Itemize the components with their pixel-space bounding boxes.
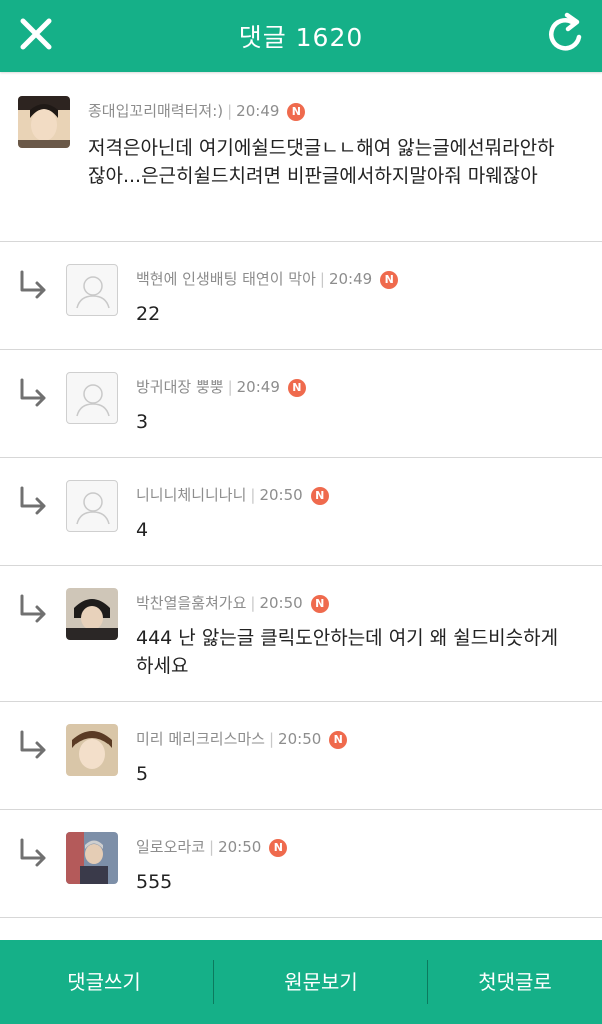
- reply-arrow-icon: [20, 838, 46, 867]
- reply-row[interactable]: 일로오라코 | 20:50 N 555: [0, 810, 602, 918]
- top-bar: 댓글 1620: [0, 0, 602, 72]
- comment-text: 555: [136, 871, 173, 893]
- new-badge: N: [287, 102, 306, 121]
- nickname[interactable]: 방귀대장 뿡뿡: [136, 378, 224, 396]
- avatar[interactable]: [66, 832, 118, 884]
- reply-arrow-icon: [20, 594, 46, 623]
- reply-arrow-icon: [20, 730, 46, 759]
- comment-text: 3: [136, 411, 149, 433]
- bottom-action-bar: 댓글쓰기 원문보기 첫댓글로: [0, 940, 602, 1024]
- reply-arrow-icon: [20, 270, 46, 299]
- reply-row[interactable]: 백현에 인생배팅 태연이 막아 | 20:49 N 22: [0, 242, 602, 350]
- nickname[interactable]: 종대입꼬리매력터져:): [88, 102, 223, 120]
- refresh-button[interactable]: [544, 12, 588, 56]
- nickname[interactable]: 박찬열을훔쳐가요: [136, 594, 246, 612]
- comment-text: 5: [136, 763, 149, 785]
- new-badge: N: [269, 838, 288, 857]
- default-avatar-icon: [76, 384, 110, 417]
- refresh-icon: [549, 12, 582, 51]
- divider: [213, 960, 214, 1004]
- comment-text: 22: [136, 303, 161, 325]
- comment-meta: 미리 메리크리스마스 | 20:50 N: [136, 728, 348, 749]
- nickname[interactable]: 일로오라코: [136, 838, 205, 856]
- view-original-button[interactable]: 원문보기: [221, 940, 421, 1024]
- comment-text: 4: [136, 519, 149, 541]
- timestamp: 20:50: [259, 594, 303, 612]
- default-avatar-icon: [76, 276, 110, 309]
- timestamp: 20:49: [236, 102, 280, 120]
- avatar[interactable]: [18, 96, 70, 148]
- comment-meta: 니니니체니니나니 | 20:50 N: [136, 484, 329, 505]
- reply-arrow-icon: [20, 378, 46, 407]
- comment-list[interactable]: 종대입꼬리매력터져:) | 20:49 N 저격은아닌데 여기에쉴드댓글ㄴㄴ해여 앓는…: [0, 72, 602, 940]
- comment-meta: 방귀대장 뿡뿡 | 20:49 N: [136, 376, 306, 397]
- write-comment-button[interactable]: 댓글쓰기: [4, 940, 204, 1024]
- avatar[interactable]: [66, 588, 118, 640]
- avatar[interactable]: [66, 480, 118, 532]
- comment-row[interactable]: 종대입꼬리매력터져:) | 20:49 N 저격은아닌데 여기에쉴드댓글ㄴㄴ해여 앓는…: [0, 72, 602, 242]
- avatar[interactable]: [66, 724, 118, 776]
- reply-row[interactable]: [0, 918, 602, 940]
- comment-text: 저격은아닌데 여기에쉴드댓글ㄴㄴ해여 앓는글에선뭐라안하잖아...은근히쉴드치려…: [88, 137, 555, 187]
- avatar[interactable]: [66, 264, 118, 316]
- reply-row[interactable]: 미리 메리크리스마스 | 20:50 N 5: [0, 702, 602, 810]
- new-badge: N: [329, 730, 348, 749]
- nickname[interactable]: 니니니체니니나니: [136, 486, 246, 504]
- page-title: 댓글 1620: [238, 23, 364, 52]
- avatar[interactable]: [66, 372, 118, 424]
- comment-meta: 백현에 인생배팅 태연이 막아 | 20:49 N: [136, 268, 399, 289]
- new-badge: N: [310, 594, 329, 613]
- new-badge: N: [310, 486, 329, 505]
- reply-row[interactable]: 방귀대장 뿡뿡 | 20:49 N 3: [0, 350, 602, 458]
- new-badge: N: [380, 270, 399, 289]
- comment-meta: 종대입꼬리매력터져:) | 20:49 N: [88, 100, 306, 121]
- reply-arrow-icon: [20, 486, 46, 515]
- nickname[interactable]: 백현에 인생배팅 태연이 막아: [136, 270, 316, 288]
- timestamp: 20:49: [328, 270, 373, 288]
- timestamp: 20:50: [259, 486, 303, 504]
- timestamp: 20:50: [218, 838, 262, 856]
- timestamp: 20:49: [236, 378, 280, 396]
- comment-meta: 일로오라코 | 20:50 N: [136, 836, 288, 857]
- comment-text: 444 난 앓는글 클릭도안하는데 여기 왜 쉴드비슷하게 하세요: [136, 627, 559, 677]
- new-badge: N: [287, 378, 306, 397]
- timestamp: 20:50: [278, 730, 322, 748]
- nickname[interactable]: 미리 메리크리스마스: [136, 730, 265, 748]
- first-comment-button[interactable]: 첫댓글로: [415, 940, 602, 1024]
- reply-row[interactable]: 박찬열을훔쳐가요 | 20:50 N 444 난 앓는글 클릭도안하는데 여기 왜 쉴…: [0, 566, 602, 702]
- comment-meta: 박찬열을훔쳐가요 | 20:50 N: [136, 592, 329, 613]
- reply-row[interactable]: 니니니체니니나니 | 20:50 N 4: [0, 458, 602, 566]
- default-avatar-icon: [76, 492, 110, 525]
